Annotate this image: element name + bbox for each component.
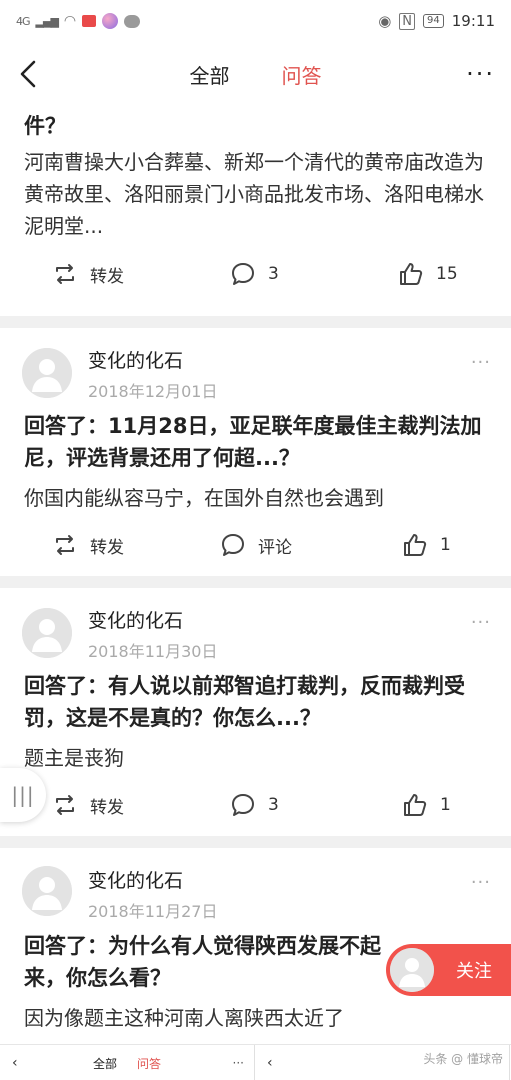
mini-tab-all: 全部 (93, 1056, 118, 1071)
answer-title[interactable]: 回答了：11月28日，亚足联年度最佳主裁判法加尼，评选背景还用了何超...？ (24, 410, 489, 474)
recent-app-preview[interactable]: ‹ 全部 问答 ··· (0, 1045, 255, 1080)
avatar[interactable] (22, 348, 72, 398)
avatar (390, 948, 434, 992)
chat-notification-icon (124, 14, 141, 28)
comment-icon (232, 794, 254, 816)
answer-title[interactable]: 回答了：有人说以前郑智追打裁判，反而裁判受罚，这是不是真的？你怎么...？ (24, 670, 489, 734)
default-avatar-icon (22, 866, 72, 916)
answer-excerpt: 你国内能纵容马宁，在国外自然也会遇到 (24, 486, 384, 510)
author-name[interactable]: 变化的化石 (88, 346, 183, 373)
comment-count: 3 (268, 795, 279, 815)
author-name[interactable]: 变化的化石 (88, 606, 183, 633)
watermark-text: 头条 @ 懂球帝 (423, 1052, 503, 1066)
feed-card[interactable]: 回答了：历史上有哪些著名的考古造假事 件？ 河南曹操大小合葬墓、新郑一个清代的黄… (0, 106, 511, 316)
thumbs-up-icon (400, 263, 423, 285)
answer-excerpt: 题主是丧狗 (24, 746, 124, 770)
mini-tab-qa: 问答 (137, 1056, 162, 1071)
card-menu-button[interactable]: ··· (471, 872, 491, 893)
app-notification-icon (82, 15, 97, 27)
like-button[interactable]: 15 (398, 261, 458, 287)
clock: 19:11 (451, 12, 495, 30)
answer-title: 件？ (24, 114, 66, 138)
comment-icon (232, 263, 254, 285)
answer-excerpt: 河南曹操大小合葬墓、新郑一个清代的黄帝庙改造为黄帝故里、洛阳丽景门小商品批发市场… (24, 150, 484, 238)
thumbs-up-icon (404, 794, 427, 816)
comment-button[interactable]: 3 (230, 792, 279, 818)
post-date: 2018年11月30日 (88, 642, 218, 661)
comment-count: 3 (268, 264, 279, 284)
author-name[interactable]: 变化的化石 (88, 866, 183, 893)
card-separator (0, 576, 511, 588)
card-menu-button[interactable]: ··· (471, 352, 491, 373)
card-actions: 转发 评论 1 (0, 528, 511, 568)
comment-button[interactable]: 3 (230, 261, 279, 287)
avatar[interactable] (22, 866, 72, 916)
like-count: 1 (440, 795, 451, 815)
repost-icon (56, 795, 74, 815)
feed-list: 回答了：历史上有哪些著名的考古造假事 件？ 河南曹操大小合葬墓、新郑一个清代的黄… (0, 106, 511, 1080)
more-options-button[interactable]: ··· (466, 60, 495, 88)
like-count: 1 (440, 535, 451, 555)
like-count: 15 (436, 264, 458, 284)
answer-title[interactable]: 回答了：为什么有人觉得陕西发展不起来，你怎么看？ (24, 930, 381, 994)
repost-button[interactable]: 转发 (52, 792, 124, 818)
top-navigation: 全部 问答 ··· (0, 42, 511, 106)
thumbs-up-icon (404, 534, 427, 556)
nfc-icon: N (399, 12, 416, 30)
feed-card[interactable]: 变化的化石 2018年12月01日 ··· 回答了：11月28日，亚足联年度最佳… (0, 328, 511, 576)
repost-button[interactable]: 转发 (52, 532, 124, 558)
repost-icon (56, 535, 74, 555)
status-bar: 4G ▂▄▆ ◠ ◉ N 94 19:11 (0, 0, 511, 42)
signal-indicator: 4G (16, 14, 30, 28)
card-actions: 转发 3 15 (0, 257, 511, 297)
comment-label: 评论 (258, 537, 292, 558)
default-avatar-icon (390, 948, 434, 992)
repost-button[interactable]: 转发 (52, 261, 124, 287)
tab-all[interactable]: 全部 (190, 60, 230, 89)
follow-button[interactable]: 关注 (386, 944, 511, 996)
wifi-icon: ◠ (63, 13, 77, 29)
battery-indicator: 94 (423, 14, 444, 28)
signal-bars-icon: ▂▄▆ (35, 14, 59, 28)
chevron-left-icon: ‹ (12, 1055, 18, 1071)
like-button[interactable]: 1 (402, 792, 451, 818)
card-separator (0, 316, 511, 328)
avatar[interactable] (22, 608, 72, 658)
answer-excerpt: 因为像题主这种河南人离陕西太近了 (24, 1006, 344, 1030)
card-separator (0, 836, 511, 848)
default-avatar-icon (22, 348, 72, 398)
tab-qa[interactable]: 问答 (282, 60, 322, 89)
card-menu-button[interactable]: ··· (471, 612, 491, 633)
repost-label: 转发 (90, 797, 124, 818)
comment-icon (222, 534, 244, 556)
app-icon (102, 13, 119, 29)
watermark: 头条 @ 懂球帝 (423, 1050, 503, 1067)
chevron-left-icon: ‹ (267, 1055, 273, 1071)
repost-label: 转发 (90, 266, 124, 287)
eye-icon: ◉ (378, 12, 392, 30)
more-icon: ··· (232, 1056, 244, 1070)
repost-icon (56, 264, 74, 284)
comment-button[interactable]: 评论 (220, 532, 292, 558)
post-date: 2018年11月27日 (88, 902, 218, 921)
card-actions: 转发 3 1 (0, 788, 511, 828)
default-avatar-icon (22, 608, 72, 658)
repost-label: 转发 (90, 537, 124, 558)
like-button[interactable]: 1 (402, 532, 451, 558)
feed-card[interactable]: 变化的化石 2018年11月30日 ··· 回答了：有人说以前郑智追打裁判，反而… (0, 588, 511, 836)
post-date: 2018年12月01日 (88, 382, 218, 401)
follow-label: 关注 (456, 961, 492, 982)
